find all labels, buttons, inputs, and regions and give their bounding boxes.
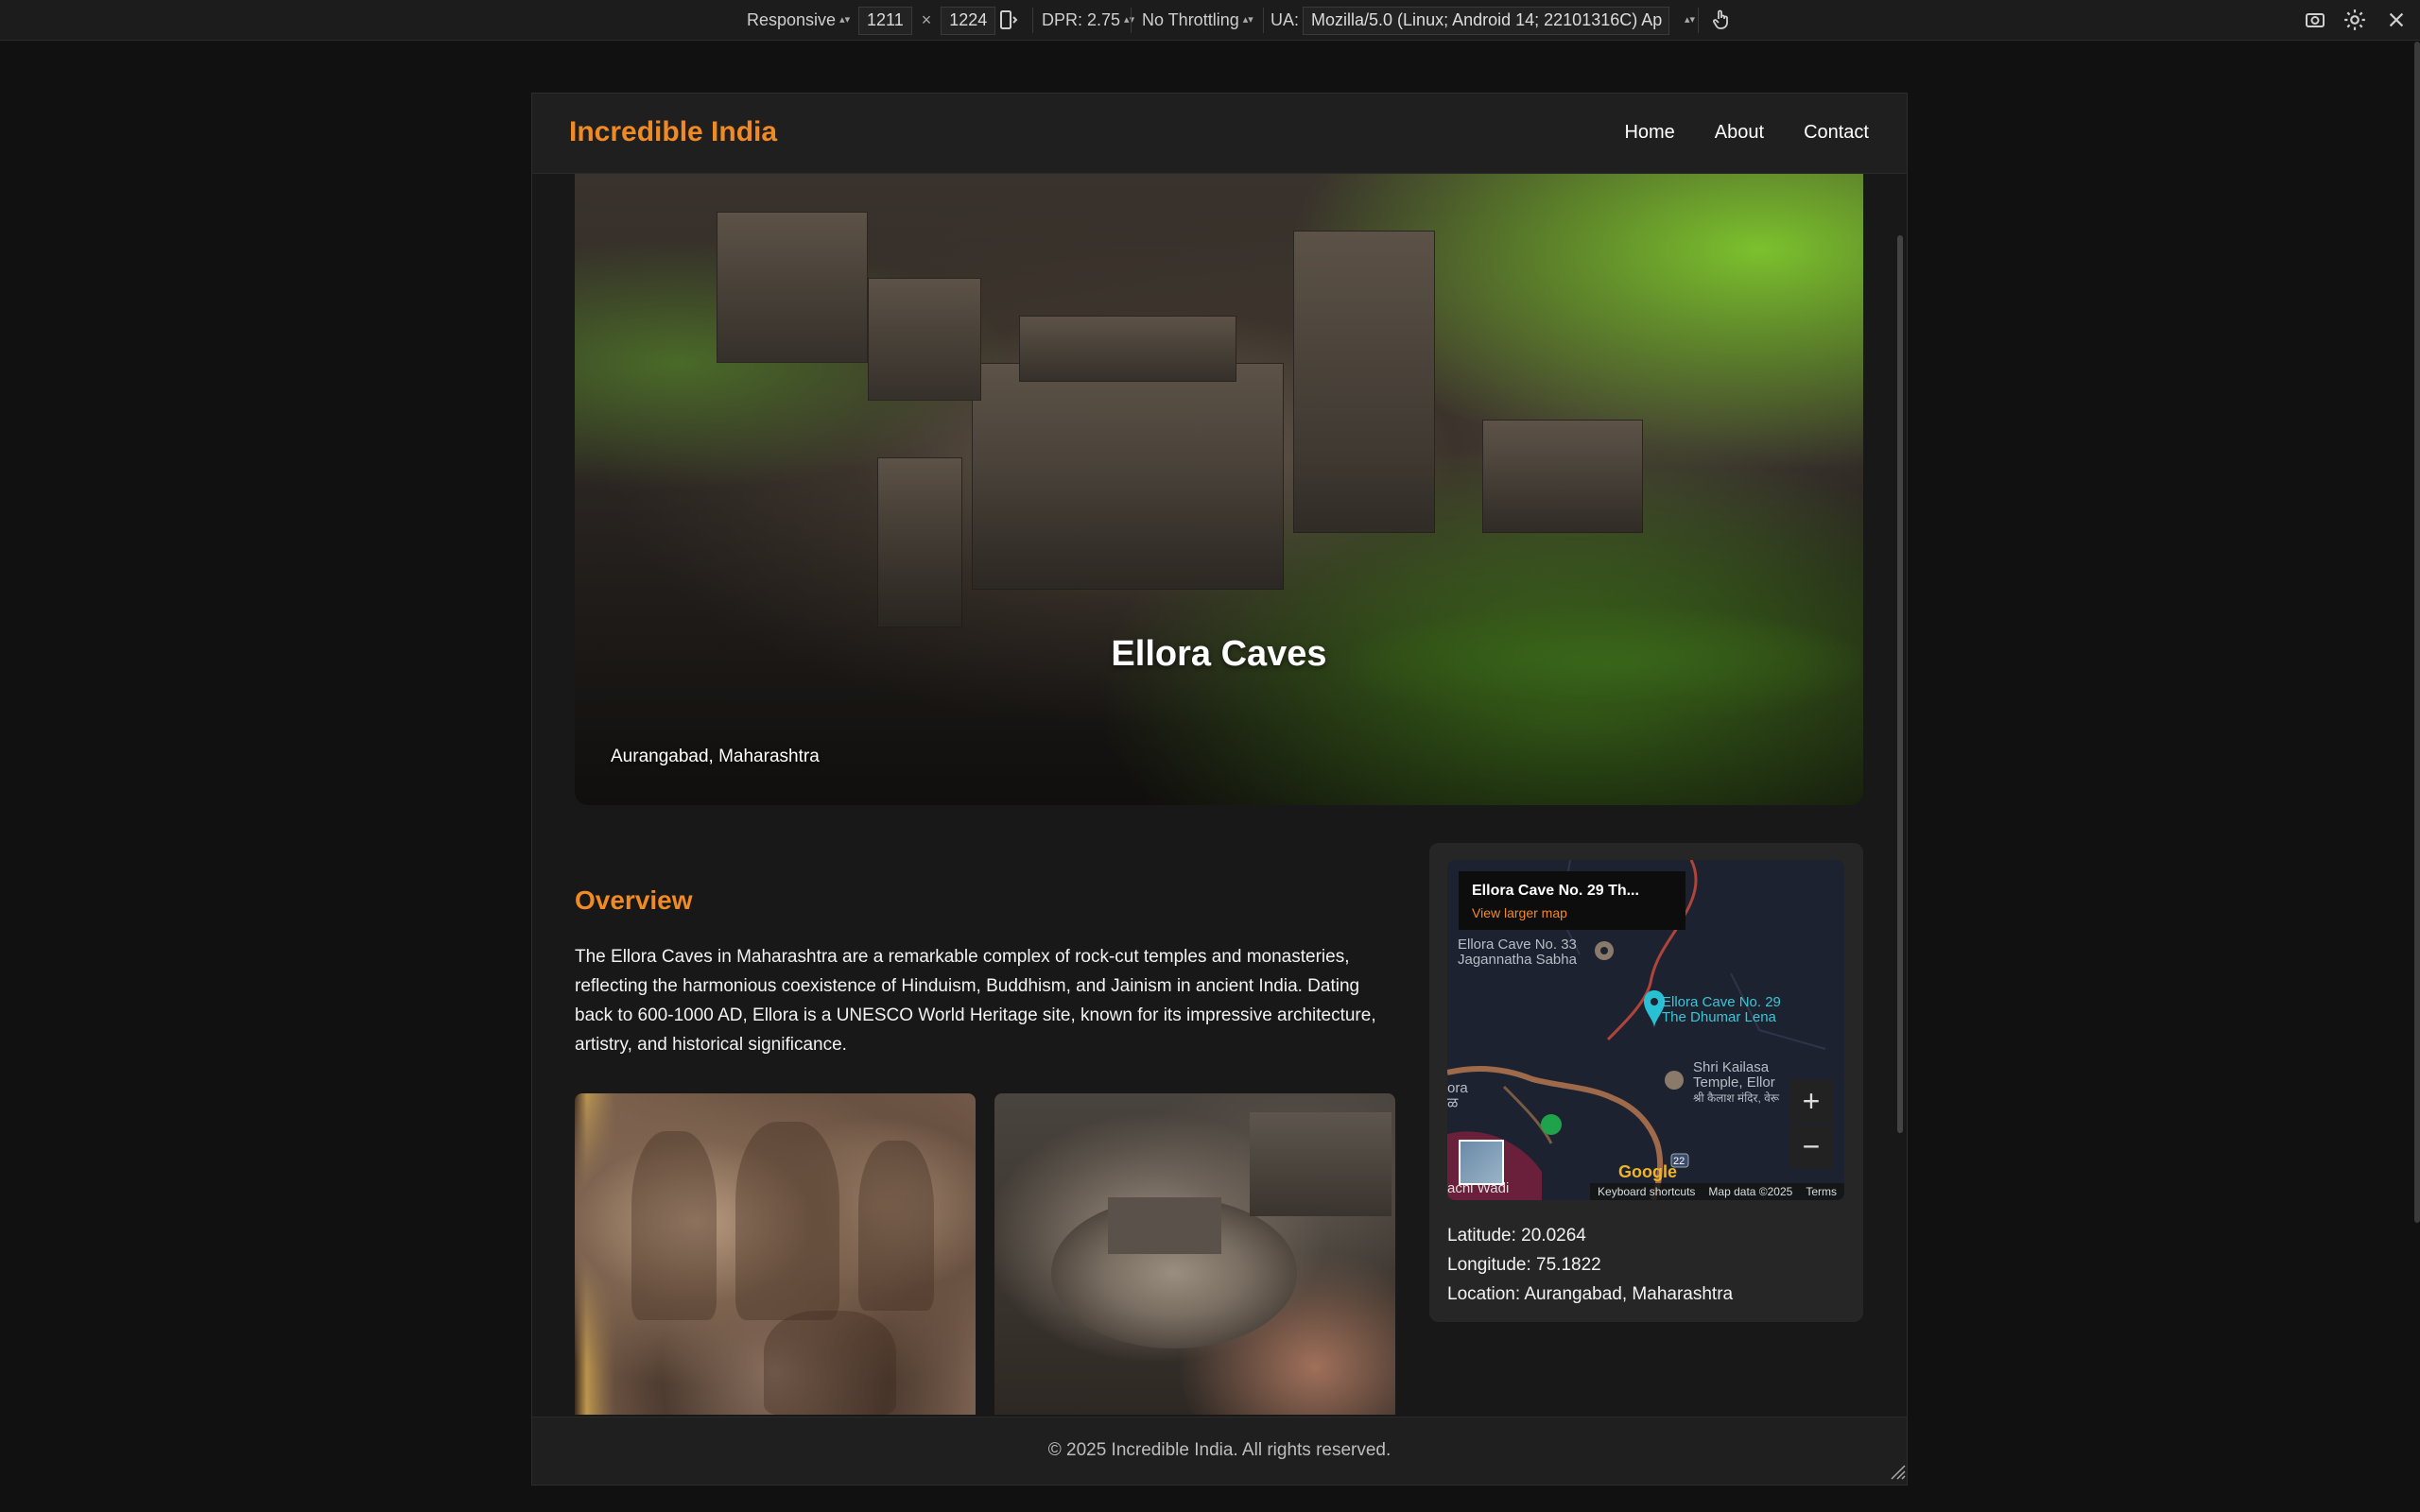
map-label-ora: ora ळ	[1447, 1080, 1468, 1111]
brand-logo[interactable]: Incredible India	[569, 116, 777, 148]
zoom-out-button[interactable]: −	[1789, 1125, 1833, 1168]
google-logo: Google	[1618, 1162, 1677, 1181]
hero-subtitle: Aurangabad, Maharashtra	[611, 747, 820, 766]
ua-label: UA:	[1270, 10, 1300, 29]
view-larger-map-link[interactable]: View larger map	[1472, 905, 1672, 920]
close-icon[interactable]	[2382, 6, 2411, 34]
location-card: Ellora Cave No. 29 Th... View larger map…	[1429, 843, 1863, 1322]
main-nav: Home About Contact	[1624, 122, 1869, 144]
location-text: Location: Aurangabad, Maharashtra	[1447, 1284, 1734, 1304]
nav-contact-link[interactable]: Contact	[1804, 122, 1869, 144]
resize-handle-icon[interactable]	[1889, 1463, 1906, 1480]
copyright-text: © 2025 Incredible India. All rights rese…	[1047, 1440, 1392, 1460]
updown-icon[interactable]: ▴▾	[1685, 15, 1695, 26]
gallery-image-sculptures[interactable]	[575, 1093, 976, 1415]
zoom-in-button[interactable]: +	[1789, 1079, 1833, 1123]
hero-title: Ellora Caves	[1111, 634, 1327, 674]
map-label-cave33: Ellora Cave No. 33 Jagannatha Sabha	[1458, 936, 1577, 968]
updown-icon: ▴▾	[1242, 14, 1253, 26]
times-sign: ×	[921, 10, 932, 29]
keyboard-shortcuts-link[interactable]: Keyboard shortcuts	[1598, 1185, 1695, 1198]
settings-icon[interactable]	[2341, 6, 2369, 34]
responsive-label: Responsive	[747, 10, 837, 29]
latitude-text: Latitude: 20.0264	[1447, 1226, 1586, 1246]
map-card-title: Ellora Cave No. 29 Th...	[1472, 883, 1639, 899]
coordinates: Latitude: 20.0264 Longitude: 75.1822 Loc…	[1447, 1221, 1733, 1309]
rotate-device-icon[interactable]	[994, 6, 1023, 34]
responsive-select[interactable]: Responsive ▴▾	[747, 0, 850, 41]
throttle-label: No Throttling	[1142, 10, 1239, 29]
map-footer: Keyboard shortcuts Map data ©2025 Terms	[1590, 1183, 1844, 1200]
throttle-select[interactable]: No Throttling ▴▾	[1142, 0, 1253, 41]
longitude-text: Longitude: 75.1822	[1447, 1255, 1601, 1275]
height-input[interactable]: 1224	[941, 6, 996, 35]
gallery-image-temple[interactable]	[994, 1093, 1395, 1415]
map-info-card: Ellora Cave No. 29 Th... View larger map	[1459, 871, 1685, 930]
width-input[interactable]: 1211	[858, 6, 912, 35]
hero-banner: Ellora Caves Aurangabad, Maharashtra	[575, 174, 1863, 805]
nav-home-link[interactable]: Home	[1624, 122, 1674, 144]
dpr-select[interactable]: DPR: 2.75 ▴▾	[1042, 0, 1134, 41]
dpr-label: DPR: 2.75	[1042, 10, 1121, 29]
ua-input[interactable]: Mozilla/5.0 (Linux; Android 14; 22101316…	[1303, 6, 1670, 35]
embedded-map[interactable]: Ellora Cave No. 29 Th... View larger map…	[1447, 860, 1844, 1200]
terms-link[interactable]: Terms	[1806, 1185, 1837, 1198]
map-label-cave29: Ellora Cave No. 29 The Dhumar Lena	[1662, 994, 1781, 1025]
site-footer: © 2025 Incredible India. All rights rese…	[532, 1417, 1907, 1485]
touch-icon[interactable]	[1707, 6, 1736, 34]
device-viewport: Incredible India Home About Contact Ello…	[531, 93, 1908, 1486]
nav-about-link[interactable]: About	[1715, 122, 1764, 144]
updown-icon: ▴▾	[839, 14, 851, 26]
screenshot-icon[interactable]	[2301, 6, 2329, 34]
overview-heading: Overview	[575, 885, 693, 915]
map-label-kailasa: Shri Kailasa Temple, Ellor श्री कैलाश मंदि…	[1693, 1060, 1780, 1105]
map-satellite-toggle[interactable]	[1459, 1140, 1504, 1185]
overview-text: The Ellora Caves in Maharashtra are a re…	[575, 947, 1376, 1055]
site-header: Incredible India Home About Contact	[532, 94, 1907, 174]
map-data-text: Map data ©2025	[1708, 1185, 1793, 1198]
page-scrollbar[interactable]	[2414, 42, 2420, 1223]
devtools-toolbar: Responsive ▴▾ 1211 × 1224 DPR: 2.75 ▴▾ N…	[0, 0, 2420, 41]
viewport-scrollbar[interactable]	[1897, 235, 1903, 1133]
updown-icon: ▴▾	[1124, 14, 1135, 26]
